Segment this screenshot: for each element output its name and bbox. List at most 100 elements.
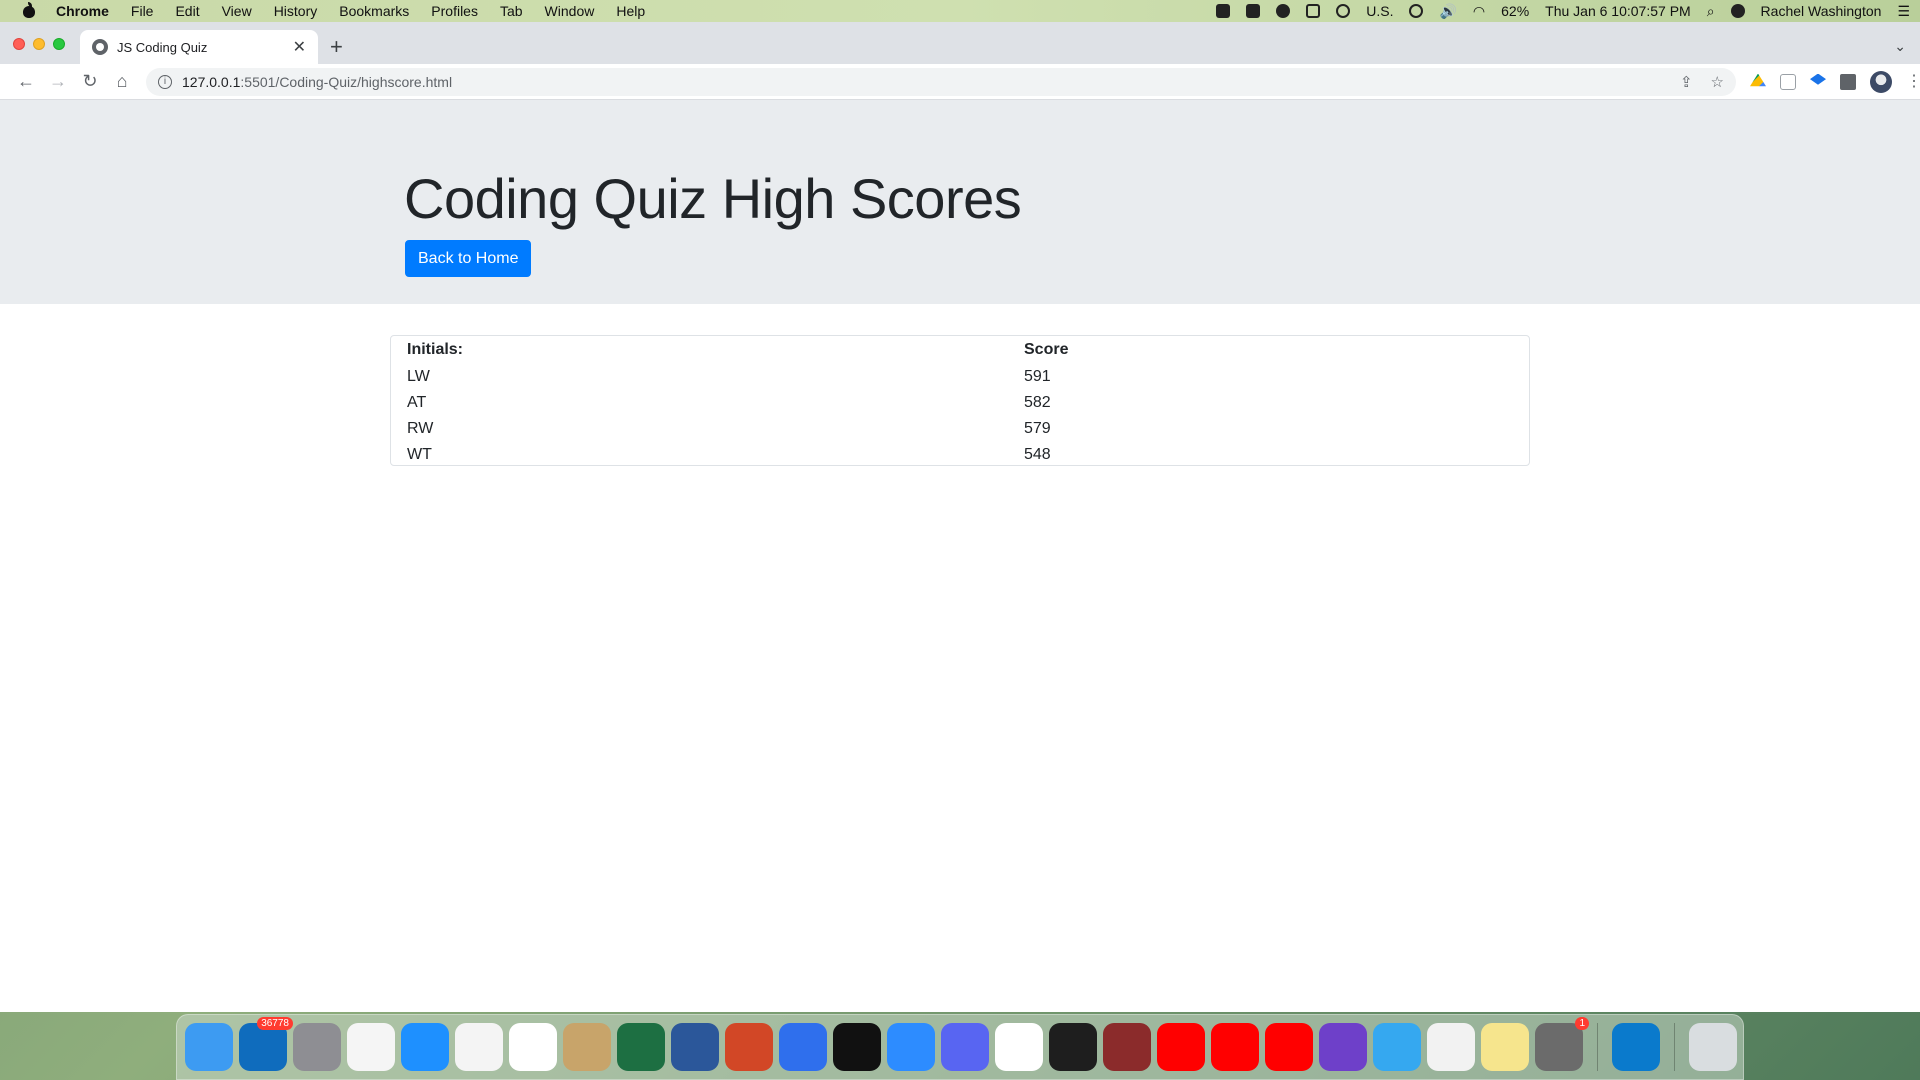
messages-icon[interactable] <box>1373 1023 1421 1071</box>
table-row: WT 548 <box>391 442 1529 468</box>
extensions-puzzle-icon[interactable] <box>1840 73 1856 90</box>
drive-status-icon[interactable] <box>1306 4 1321 18</box>
address-bar[interactable]: i 127.0.0.1 :5501/Coding-Quiz/highscore.… <box>146 67 1736 96</box>
site-info-icon[interactable]: i <box>158 74 172 89</box>
dictionary-icon[interactable] <box>1103 1023 1151 1071</box>
header-initials: Initials: <box>407 341 464 358</box>
cloud-icon[interactable] <box>1276 4 1291 18</box>
high-scores-table-container: Initials: Score LW 591 AT 582 RW 579 WT … <box>390 335 1530 466</box>
back-to-home-button[interactable]: Back to Home <box>405 240 532 277</box>
tab-active[interactable]: JS Coding Quiz ✕ <box>80 30 318 64</box>
table-row: AT 582 <box>391 390 1529 416</box>
menu-tab[interactable]: Tab <box>500 3 523 19</box>
header-score: Score <box>1024 341 1069 358</box>
outlook-icon[interactable]: 36778 <box>239 1017 293 1071</box>
finder-icon[interactable] <box>185 1023 233 1071</box>
wifi-icon[interactable]: ◠ <box>1473 3 1485 20</box>
zoom-icon[interactable] <box>887 1023 935 1071</box>
menu-view[interactable]: View <box>222 3 252 19</box>
zoom-window-button[interactable] <box>53 38 65 50</box>
url-path: :5501/Coding-Quiz/highscore.html <box>240 73 453 90</box>
input-source[interactable]: U.S. <box>1366 3 1393 19</box>
datetime[interactable]: Thu Jan 6 10:07:57 PM <box>1545 3 1691 19</box>
back-arrow-icon[interactable]: ← <box>10 71 42 92</box>
close-window-button[interactable] <box>13 38 25 50</box>
safari-icon[interactable] <box>401 1023 449 1071</box>
cell-initials: LW <box>407 368 430 385</box>
profile-avatar-icon[interactable] <box>1870 70 1892 93</box>
cell-score: 591 <box>1024 368 1051 385</box>
menu-help[interactable]: Help <box>616 3 645 19</box>
home-icon[interactable]: ⌂ <box>106 71 138 92</box>
notification-badge: 1 <box>1575 1017 1589 1030</box>
screen-record-icon[interactable] <box>1216 4 1231 18</box>
menu-app-name[interactable]: Chrome <box>56 3 109 19</box>
system-preferences-icon[interactable]: 1 <box>1535 1017 1589 1071</box>
user-name[interactable]: Rachel Washington <box>1761 3 1882 19</box>
menu-window[interactable]: Window <box>545 3 595 19</box>
slack-icon[interactable] <box>995 1023 1043 1071</box>
terminal-icon[interactable] <box>1049 1023 1097 1071</box>
spotlight-icon[interactable]: ⌕ <box>1707 3 1715 20</box>
cell-score: 579 <box>1024 420 1051 437</box>
share-icon[interactable]: ⇪ <box>1680 73 1693 91</box>
browser-window: JS Coding Quiz ✕ + ⌄ ← → ↻ ⌂ i 127.0.0.1… <box>0 22 1920 1012</box>
menu-file[interactable]: File <box>131 3 154 19</box>
tab-search-chevron-icon[interactable]: ⌄ <box>1894 38 1906 55</box>
time-machine-icon[interactable] <box>1336 4 1351 18</box>
jumbotron-header: Coding Quiz High Scores Back to Home <box>0 100 1920 304</box>
control-center-icon[interactable]: ☰ <box>1897 3 1910 20</box>
youtube-music-icon[interactable] <box>1211 1023 1259 1071</box>
more-menu-icon[interactable]: ⋮ <box>1906 73 1920 90</box>
github-icon[interactable] <box>1319 1023 1367 1071</box>
cell-initials: AT <box>407 394 427 411</box>
menu-bookmarks[interactable]: Bookmarks <box>339 3 409 19</box>
word-icon[interactable] <box>671 1023 719 1071</box>
volume-icon[interactable]: 🔊 <box>1439 3 1456 20</box>
photos-icon[interactable] <box>347 1023 395 1071</box>
tab-strip: JS Coding Quiz ✕ + ⌄ <box>0 22 1920 64</box>
youtube-tv-icon[interactable] <box>1265 1023 1313 1071</box>
kindle-icon[interactable] <box>833 1023 881 1071</box>
news-icon[interactable] <box>1427 1023 1475 1071</box>
notification-badge: 36778 <box>257 1017 293 1030</box>
vscode-icon[interactable] <box>1612 1023 1660 1071</box>
high-scores-table: Initials: Score LW 591 AT 582 RW 579 WT … <box>391 336 1529 468</box>
chrome-icon[interactable] <box>455 1023 503 1071</box>
status-area: U.S. 🔊 ◠ 62% Thu Jan 6 10:07:57 PM ⌕ Rac… <box>1216 3 1910 20</box>
discord-icon[interactable] <box>941 1023 989 1071</box>
globe-icon <box>92 39 108 55</box>
cell-score: 582 <box>1024 394 1051 411</box>
notes-calculator-icon[interactable] <box>563 1023 611 1071</box>
calendar-icon[interactable] <box>509 1023 557 1071</box>
google-drive-icon[interactable] <box>1750 73 1766 87</box>
pencil-app-icon[interactable] <box>779 1023 827 1071</box>
close-tab-icon[interactable]: ✕ <box>293 37 306 57</box>
menu-edit[interactable]: Edit <box>175 3 199 19</box>
youtube-icon[interactable] <box>1157 1023 1205 1071</box>
stickies-icon[interactable] <box>1481 1023 1529 1071</box>
reload-icon[interactable]: ↻ <box>74 71 106 92</box>
cell-score: 548 <box>1024 446 1051 463</box>
tools-icon[interactable] <box>1246 4 1261 18</box>
apple-icon[interactable] <box>22 2 36 19</box>
menu-profiles[interactable]: Profiles <box>431 3 478 19</box>
minimize-window-button[interactable] <box>33 38 45 50</box>
forward-arrow-icon[interactable]: → <box>42 71 74 92</box>
battery-percent[interactable]: 62% <box>1501 3 1529 19</box>
bluetooth-icon[interactable] <box>1409 4 1424 18</box>
graduation-cap-icon[interactable] <box>1810 73 1826 85</box>
document-extension-icon[interactable] <box>1780 73 1796 90</box>
menu-history[interactable]: History <box>274 3 318 19</box>
dock-separator <box>1597 1023 1598 1071</box>
launchpad-icon[interactable] <box>293 1023 341 1071</box>
siri-icon[interactable] <box>1730 4 1745 18</box>
browser-toolbar: ← → ↻ ⌂ i 127.0.0.1 :5501/Coding-Quiz/hi… <box>0 64 1920 100</box>
bookmark-star-icon[interactable]: ☆ <box>1711 73 1724 91</box>
powerpoint-icon[interactable] <box>725 1023 773 1071</box>
excel-icon[interactable] <box>617 1023 665 1071</box>
table-row: LW 591 <box>391 364 1529 390</box>
trash-icon[interactable] <box>1689 1023 1737 1071</box>
new-tab-button[interactable]: + <box>330 36 343 58</box>
menu-bar: Chrome File Edit View History Bookmarks … <box>0 0 1920 22</box>
